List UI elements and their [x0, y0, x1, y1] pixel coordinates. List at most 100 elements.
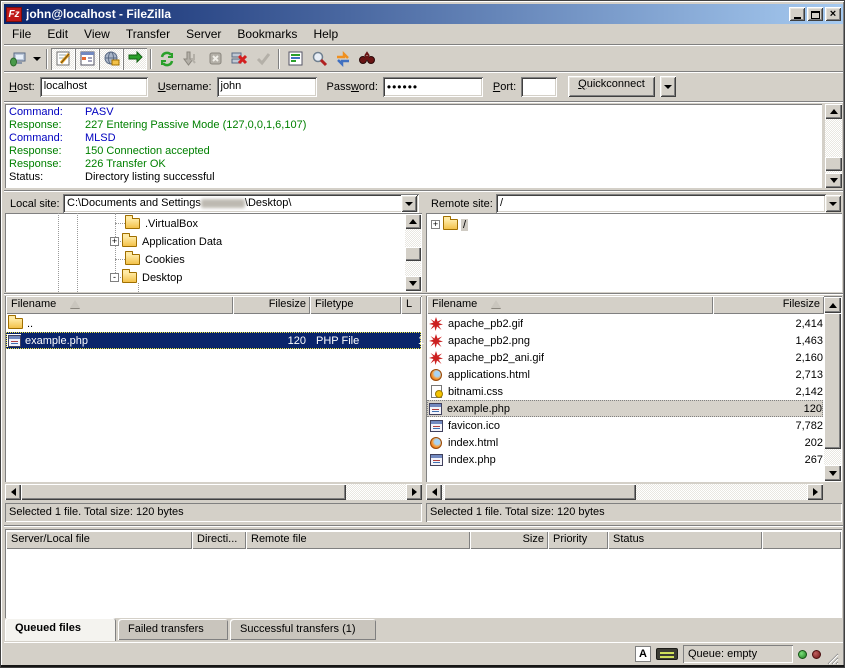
- tab-successful-transfers[interactable]: Successful transfers (1): [230, 619, 376, 640]
- site-manager-dropdown[interactable]: [31, 48, 43, 70]
- remote-row[interactable]: applications.html2,713: [428, 366, 823, 383]
- remote-file-list[interactable]: Filename Filesize apache_pb2.gif2,414 ap…: [426, 296, 842, 482]
- toggle-queue-button[interactable]: [123, 48, 147, 70]
- toggle-message-log-button[interactable]: [51, 48, 75, 70]
- resize-grip[interactable]: [826, 652, 839, 665]
- local-hscrollbar[interactable]: [5, 484, 422, 500]
- remote-path-combobox[interactable]: /: [496, 194, 826, 213]
- tab-queued-files[interactable]: Queued files: [5, 618, 116, 641]
- queue-column-remote-file[interactable]: Remote file: [246, 531, 470, 549]
- remote-row[interactable]: index.php267: [428, 451, 823, 468]
- remote-row[interactable]: favicon.ico7,782: [428, 417, 823, 434]
- scroll-left-button[interactable]: [426, 484, 442, 500]
- remote-column-filename[interactable]: Filename: [427, 296, 713, 314]
- log-panes-splitter[interactable]: [4, 190, 843, 192]
- log-scrollbar-thumb[interactable]: [825, 157, 842, 171]
- sync-browsing-button[interactable]: [331, 48, 355, 70]
- process-queue-button[interactable]: [179, 48, 203, 70]
- remote-row[interactable]: index.html202: [428, 434, 823, 451]
- scroll-up-button[interactable]: [405, 214, 421, 229]
- maximize-button[interactable]: [807, 7, 823, 21]
- compare-button[interactable]: [307, 48, 331, 70]
- host-input[interactable]: localhost: [40, 77, 148, 97]
- remote-hscrollbar[interactable]: [426, 484, 823, 500]
- queue-column-priority[interactable]: Priority: [548, 531, 608, 549]
- local-path-combobox[interactable]: C:\Documents and Settings\Desktop\: [63, 194, 419, 213]
- remote-row[interactable]: apache_pb2_ani.gif2,160: [428, 349, 823, 366]
- local-column-filetype[interactable]: Filetype: [310, 296, 401, 314]
- remote-hscrollbar-thumb[interactable]: [444, 484, 636, 500]
- disconnect-button[interactable]: [227, 48, 251, 70]
- quickconnect-button[interactable]: Quickconnect: [568, 76, 655, 97]
- menu-help[interactable]: Help: [305, 25, 346, 43]
- queue-column-server-local-file[interactable]: Server/Local file: [6, 531, 192, 549]
- tree-item-cookies[interactable]: Cookies: [122, 251, 187, 268]
- toggle-remote-tree-button[interactable]: [99, 48, 123, 70]
- local-tree-scrollbar-thumb[interactable]: [405, 247, 421, 261]
- reconnect-button[interactable]: [251, 48, 275, 70]
- scroll-right-button[interactable]: [406, 484, 422, 500]
- menu-file[interactable]: File: [4, 25, 39, 43]
- scroll-up-button[interactable]: [824, 297, 841, 313]
- refresh-button[interactable]: [155, 48, 179, 70]
- queue-column-direction[interactable]: Directi...: [192, 531, 246, 549]
- tree-item-virtualbox[interactable]: .VirtualBox: [122, 215, 200, 232]
- local-tree-view[interactable]: .VirtualBox + Application Data Cookies -…: [5, 213, 422, 292]
- tree-item-root[interactable]: + /: [431, 216, 468, 233]
- quickconnect-dropdown[interactable]: [660, 76, 676, 97]
- password-input[interactable]: ••••••: [383, 77, 483, 97]
- title-bar[interactable]: Fz john@localhost - FileZilla ×: [4, 4, 843, 24]
- scroll-right-button[interactable]: [807, 484, 823, 500]
- local-hscrollbar-thumb[interactable]: [21, 484, 346, 500]
- collapse-icon[interactable]: -: [110, 273, 119, 282]
- scroll-down-button[interactable]: [825, 173, 842, 188]
- menu-bookmarks[interactable]: Bookmarks: [229, 25, 305, 43]
- local-row-parent-dir[interactable]: ..: [7, 315, 420, 332]
- tab-failed-transfers[interactable]: Failed transfers: [118, 619, 228, 640]
- local-file-list[interactable]: Filename Filesize Filetype L .. example.…: [5, 296, 422, 482]
- menu-edit[interactable]: Edit: [39, 25, 76, 43]
- scroll-up-button[interactable]: [825, 104, 842, 119]
- tree-list-splitter[interactable]: [4, 293, 843, 295]
- local-row-example-php[interactable]: example.php 120 PHP File 1: [6, 332, 421, 349]
- transfer-queue[interactable]: Server/Local file Directi... Remote file…: [5, 529, 842, 618]
- remote-row-selected[interactable]: example.php120: [427, 400, 823, 417]
- site-manager-button[interactable]: [7, 48, 31, 70]
- local-tree-scrollbar[interactable]: [405, 214, 421, 291]
- toggle-local-tree-button[interactable]: [75, 48, 99, 70]
- tree-item-desktop[interactable]: - Desktop: [110, 269, 184, 286]
- log-scrollbar[interactable]: [825, 104, 842, 188]
- queue-column-size[interactable]: Size: [470, 531, 548, 549]
- remote-path-dropdown[interactable]: [825, 195, 841, 212]
- menu-server[interactable]: Server: [178, 25, 229, 43]
- close-button[interactable]: ×: [825, 7, 841, 21]
- queue-column-status[interactable]: Status: [608, 531, 762, 549]
- local-column-last-modified[interactable]: L: [401, 296, 421, 314]
- menu-view[interactable]: View: [76, 25, 118, 43]
- remote-list-scrollbar[interactable]: [824, 297, 841, 481]
- minimize-button[interactable]: [789, 7, 805, 21]
- menu-transfer[interactable]: Transfer: [118, 25, 178, 43]
- remote-tree-view[interactable]: + /: [426, 213, 842, 292]
- remote-row[interactable]: apache_pb2.png1,463: [428, 332, 823, 349]
- filter-button[interactable]: [283, 48, 307, 70]
- remote-row[interactable]: apache_pb2.gif2,414: [428, 315, 823, 332]
- speed-limit-icon[interactable]: [656, 648, 678, 660]
- scroll-left-button[interactable]: [5, 484, 21, 500]
- find-button[interactable]: [355, 48, 379, 70]
- port-input[interactable]: [521, 77, 557, 97]
- local-column-filesize[interactable]: Filesize: [233, 296, 310, 314]
- username-input[interactable]: john: [217, 77, 317, 97]
- scroll-down-button[interactable]: [405, 276, 421, 291]
- cancel-button[interactable]: [203, 48, 227, 70]
- panes-queue-splitter[interactable]: [4, 525, 843, 527]
- expand-icon[interactable]: +: [110, 237, 119, 246]
- local-column-filename[interactable]: Filename: [6, 296, 233, 314]
- message-log[interactable]: Command:PASV Response:227 Entering Passi…: [5, 104, 822, 188]
- scroll-down-button[interactable]: [824, 465, 841, 481]
- local-path-dropdown[interactable]: [401, 195, 417, 212]
- expand-icon[interactable]: +: [431, 220, 440, 229]
- remote-column-filesize[interactable]: Filesize: [713, 296, 824, 314]
- remote-list-scrollbar-thumb[interactable]: [824, 313, 841, 449]
- tree-item-application-data[interactable]: + Application Data: [110, 233, 224, 250]
